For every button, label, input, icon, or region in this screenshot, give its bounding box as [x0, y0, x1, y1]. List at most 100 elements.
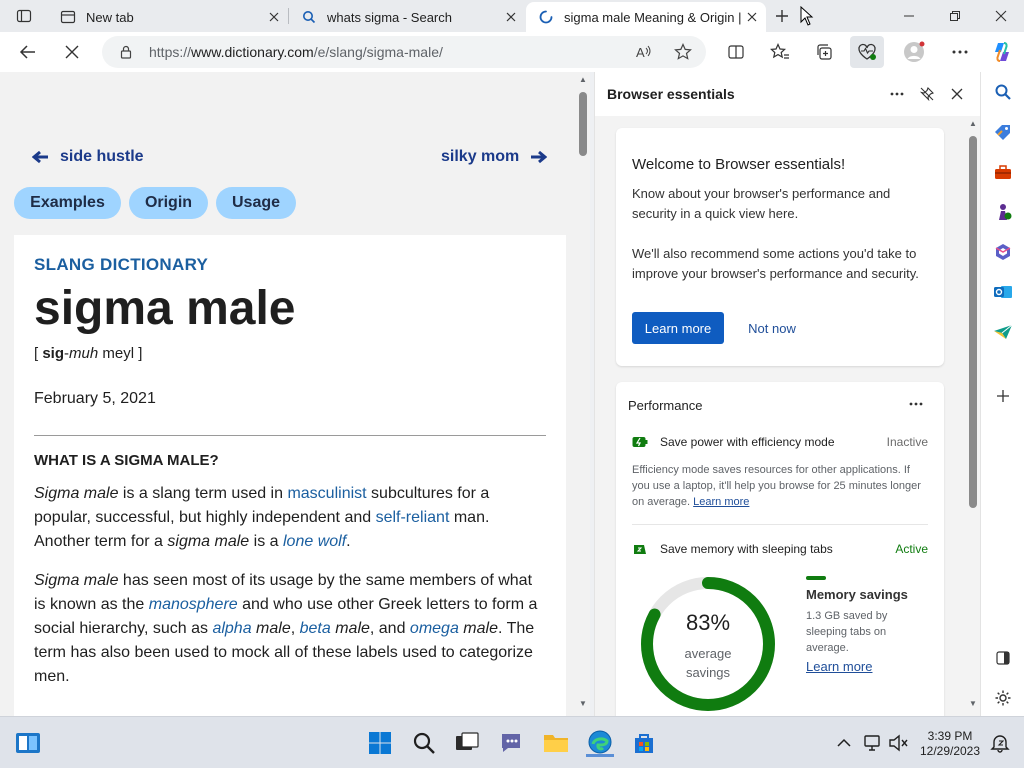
sidebar-games-button[interactable] — [989, 198, 1017, 226]
notifications-dnd-icon — [990, 735, 1010, 753]
new-tab-button[interactable] — [770, 4, 794, 28]
more-dots-icon — [952, 50, 968, 54]
task-view-button[interactable] — [453, 729, 481, 757]
edge-taskbar-button[interactable] — [586, 729, 614, 757]
tab-actions-icon — [16, 9, 32, 23]
alpha-link[interactable]: alpha — [212, 620, 251, 637]
sidebar-outlook-button[interactable] — [989, 278, 1017, 306]
entry-date: February 5, 2021 — [34, 390, 156, 407]
masculinist-link[interactable]: masculinist — [287, 485, 366, 502]
divider — [632, 524, 928, 525]
panel-header: Browser essentials — [595, 72, 981, 116]
close-tab-icon[interactable] — [742, 7, 762, 27]
collections-icon — [817, 44, 832, 60]
scroll-up-arrow-icon[interactable]: ▲ — [969, 120, 977, 128]
favorite-star-icon[interactable] — [671, 40, 695, 64]
scroll-up-arrow-icon[interactable]: ▲ — [579, 76, 587, 84]
copilot-button[interactable] — [986, 36, 1018, 68]
tab-strip: New tab whats sigma - Search sigma male … — [0, 0, 1024, 32]
stop-loading-button[interactable] — [56, 36, 88, 68]
profile-button[interactable] — [898, 36, 930, 68]
panel-scrollbar[interactable]: ▲ ▼ — [967, 116, 981, 716]
sidebar-tools-button[interactable] — [989, 158, 1017, 186]
notifications-button[interactable] — [986, 729, 1014, 757]
tab-dictionary[interactable]: sigma male Meaning & Origin | S — [526, 2, 766, 32]
restore-button[interactable] — [932, 0, 978, 32]
sidebar-add-button[interactable] — [989, 382, 1017, 410]
task-view-icon — [456, 732, 479, 750]
volume-button[interactable] — [884, 729, 912, 757]
file-explorer-button[interactable] — [542, 729, 570, 757]
scrollbar-thumb[interactable] — [579, 92, 587, 156]
self-reliant-link[interactable]: self-reliant — [376, 509, 450, 526]
favorites-button[interactable] — [764, 36, 796, 68]
manosphere-link[interactable]: manosphere — [149, 596, 238, 613]
not-now-button[interactable]: Not now — [734, 312, 810, 344]
panel-body: Welcome to Browser essentials! Know abou… — [595, 116, 981, 716]
browser-essentials-button[interactable] — [850, 36, 884, 68]
tab-new-tab[interactable]: New tab — [48, 2, 288, 32]
url-scheme: https:// — [149, 44, 192, 60]
scroll-down-arrow-icon[interactable]: ▼ — [579, 700, 587, 708]
sidebar-search-button[interactable] — [989, 78, 1017, 106]
favorites-icon — [770, 43, 789, 59]
settings-more-button[interactable] — [944, 36, 976, 68]
teams-chat-button[interactable] — [498, 729, 526, 757]
back-button[interactable] — [12, 36, 44, 68]
sidebar-shopping-button[interactable] — [989, 118, 1017, 146]
system-clock[interactable]: 3:39 PM 12/29/2023 — [914, 729, 986, 759]
sidebar-settings-button[interactable] — [989, 684, 1017, 712]
show-hidden-icons-button[interactable] — [830, 729, 858, 757]
unpin-panel-button[interactable] — [915, 82, 939, 106]
learn-more-button[interactable]: Learn more — [632, 312, 724, 344]
browser-essentials-panel: Browser essentials Welcome to Browser es… — [594, 72, 981, 716]
network-icon — [864, 735, 880, 751]
split-screen-button[interactable] — [720, 36, 752, 68]
previous-word-link[interactable]: side hustle — [32, 148, 144, 166]
close-window-button[interactable] — [978, 0, 1024, 32]
beta-link[interactable]: beta — [300, 620, 331, 637]
page-scrollbar[interactable]: ▲ ▼ — [576, 72, 590, 716]
close-tab-icon[interactable] — [264, 7, 284, 27]
tab-search[interactable]: whats sigma - Search — [289, 2, 525, 32]
avatar-icon — [904, 41, 925, 62]
url-text[interactable]: https://www.dictionary.com/e/slang/sigma… — [149, 44, 443, 60]
origin-pill-button[interactable]: Origin — [129, 187, 208, 219]
usage-pill-button[interactable]: Usage — [216, 187, 296, 219]
welcome-text-1: Know about your browser's performance an… — [632, 186, 891, 221]
sleeping-tabs-row[interactable]: Save memory with sleeping tabs Active — [632, 539, 928, 559]
next-word-link[interactable]: silky mom — [441, 148, 548, 166]
examples-pill-button[interactable]: Examples — [14, 187, 121, 219]
taskbar-search-button[interactable] — [410, 729, 438, 757]
close-panel-button[interactable] — [945, 82, 969, 106]
collections-button[interactable] — [808, 36, 840, 68]
sidebar-microsoft365-button[interactable] — [989, 238, 1017, 266]
close-tab-icon[interactable] — [501, 7, 521, 27]
read-aloud-icon[interactable]: A — [632, 40, 656, 64]
efficiency-mode-row[interactable]: Save power with efficiency mode Inactive — [632, 432, 928, 452]
address-bar[interactable]: https://www.dictionary.com/e/slang/sigma… — [102, 36, 706, 68]
scrollbar-thumb[interactable] — [969, 136, 977, 508]
microsoft-store-button[interactable] — [630, 729, 658, 757]
minimize-button[interactable] — [886, 0, 932, 32]
performance-more-button[interactable] — [904, 394, 928, 414]
italic-term: male — [458, 620, 498, 637]
sidebar-drop-button[interactable] — [989, 318, 1017, 346]
efficiency-learn-more-link[interactable]: Learn more — [693, 496, 749, 508]
edge-sidebar — [980, 72, 1024, 716]
tab-actions-button[interactable] — [8, 4, 40, 28]
heart-pulse-icon — [858, 43, 876, 60]
memory-learn-more-link[interactable]: Learn more — [806, 659, 872, 674]
search-icon — [995, 84, 1011, 100]
start-button[interactable] — [366, 729, 394, 757]
sidebar-hide-button[interactable] — [989, 644, 1017, 672]
network-button[interactable] — [858, 729, 886, 757]
scroll-down-arrow-icon[interactable]: ▼ — [969, 700, 977, 708]
widgets-button[interactable] — [14, 729, 42, 757]
more-dots-icon — [890, 92, 904, 96]
panel-more-button[interactable] — [885, 82, 909, 106]
omega-link[interactable]: omega — [410, 620, 459, 637]
tab-title: whats sigma - Search — [327, 9, 452, 25]
lone-wolf-link[interactable]: lone wolf — [283, 533, 346, 550]
store-bag-icon — [635, 734, 653, 753]
